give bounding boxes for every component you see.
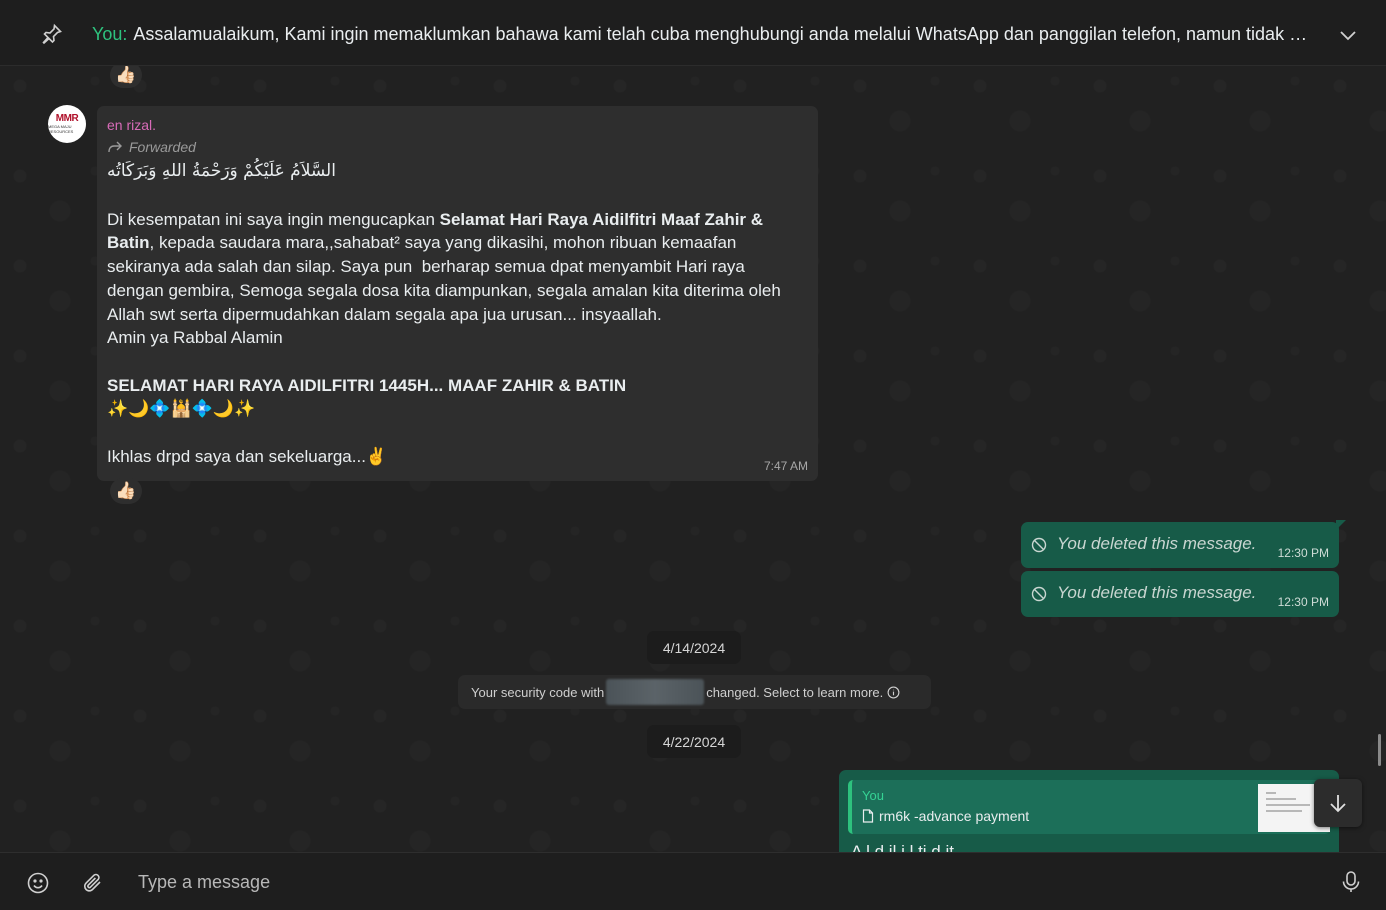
deleted-message-bubble[interactable]: You deleted this message. 12:30 PM (1021, 522, 1339, 568)
date-divider: 4/14/2024 (647, 631, 741, 664)
thumbs-up-icon: 👍🏻 (115, 481, 137, 500)
arabic-greeting: السَّلاَمُ عَلَيْكُمْ وَرَحْمَةُ اللهِ و… (107, 161, 336, 181)
quoted-message[interactable]: You rm6k -advance payment (848, 780, 1330, 834)
thumbs-up-icon: 👍🏻 (115, 66, 137, 84)
message-timestamp: 12:30 PM (1277, 546, 1329, 560)
scroll-to-bottom-button[interactable] (1314, 779, 1362, 827)
info-icon (887, 686, 900, 698)
security-notice-suffix: changed. Select to learn more. (706, 684, 884, 700)
pin-icon[interactable] (40, 22, 64, 46)
forwarded-label: Forwarded (107, 136, 808, 158)
emoji-icon[interactable] (26, 871, 50, 895)
message-line: Amin ya Rabbal Alamin (107, 328, 283, 348)
forwarded-text: Forwarded (129, 139, 196, 155)
chat-messages-area[interactable]: 👍🏻 MMR MEGA MAJU RESOURCES en rizal. For… (0, 66, 1386, 852)
forward-icon (108, 141, 122, 153)
message-line: sekiranya ada salah dan silap. Saya pun … (107, 257, 745, 277)
pinned-message-bar[interactable]: You: Assalamualaikum, Kami ingin memaklum… (0, 0, 1386, 66)
message-line: Di kesempatan ini saya ingin mengucapkan… (107, 209, 764, 229)
pinned-message-text[interactable]: You: Assalamualaikum, Kami ingin memaklum… (92, 24, 1322, 45)
reaction-badge[interactable]: 👍🏻 (110, 66, 142, 88)
microphone-icon[interactable] (1340, 870, 1362, 894)
pinned-sender: You: (92, 24, 128, 44)
quoted-file-name: rm6k -advance payment (879, 808, 1030, 824)
message-timestamp: 7:47 AM (763, 459, 808, 473)
redacted-contact-name (606, 679, 705, 705)
message-composer (0, 852, 1386, 910)
date-divider: 4/22/2024 (647, 725, 741, 758)
avatar-logo-subtext: MEGA MAJU RESOURCES (48, 124, 74, 134)
message-line: dengan gembira, Semoga segala dosa kita … (107, 280, 781, 300)
scrollbar-thumb[interactable] (1378, 734, 1381, 766)
arrow-down-icon (1330, 795, 1346, 813)
security-code-notice[interactable]: Your security code with changed. Select … (458, 675, 931, 709)
paperclip-icon[interactable] (81, 871, 105, 895)
deleted-message-text: You deleted this message. (1057, 583, 1257, 602)
message-closing: Ikhlas drpd saya dan sekeluarga...✌️ (107, 446, 388, 466)
message-text-partial: A l d il i l ti d it (851, 842, 954, 852)
message-headline: SELAMAT HARI RAYA AIDILFITRI 1445H... MA… (107, 375, 627, 395)
security-notice-prefix: Your security code with (471, 684, 605, 700)
avatar-logo: MMR (55, 113, 79, 124)
chevron-down-icon[interactable] (1338, 25, 1358, 45)
avatar[interactable]: MMR MEGA MAJU RESOURCES (48, 105, 86, 143)
deleted-message-bubble[interactable]: You deleted this message. 12:30 PM (1021, 571, 1339, 617)
message-input[interactable] (130, 865, 1310, 899)
message-line: Allah swt serta dipermudahkan dalam sega… (107, 304, 662, 324)
deleted-icon (1031, 537, 1047, 553)
message-line: Batin, kepada saudara mara,,sahabat² say… (107, 233, 737, 253)
deleted-icon (1031, 586, 1047, 602)
quoted-author: You (862, 788, 884, 803)
emoji-row: ✨🌙💠🕌💠🌙✨ (107, 399, 256, 419)
incoming-message-bubble[interactable]: en rizal. Forwarded السَّلاَمُ عَلَيْكُم… (97, 106, 818, 481)
file-icon (862, 809, 874, 823)
deleted-message-text: You deleted this message. (1057, 534, 1257, 553)
message-timestamp: 12:30 PM (1277, 595, 1329, 609)
quoted-file: rm6k -advance payment (862, 808, 1029, 824)
reaction-badge[interactable]: 👍🏻 (110, 478, 142, 504)
pinned-content: Assalamualaikum, Kami ingin memaklumkan … (133, 24, 1322, 44)
outgoing-message-bubble[interactable]: You rm6k -advance payment A l d il i l t… (839, 770, 1339, 852)
sender-name[interactable]: en rizal. (107, 115, 808, 136)
